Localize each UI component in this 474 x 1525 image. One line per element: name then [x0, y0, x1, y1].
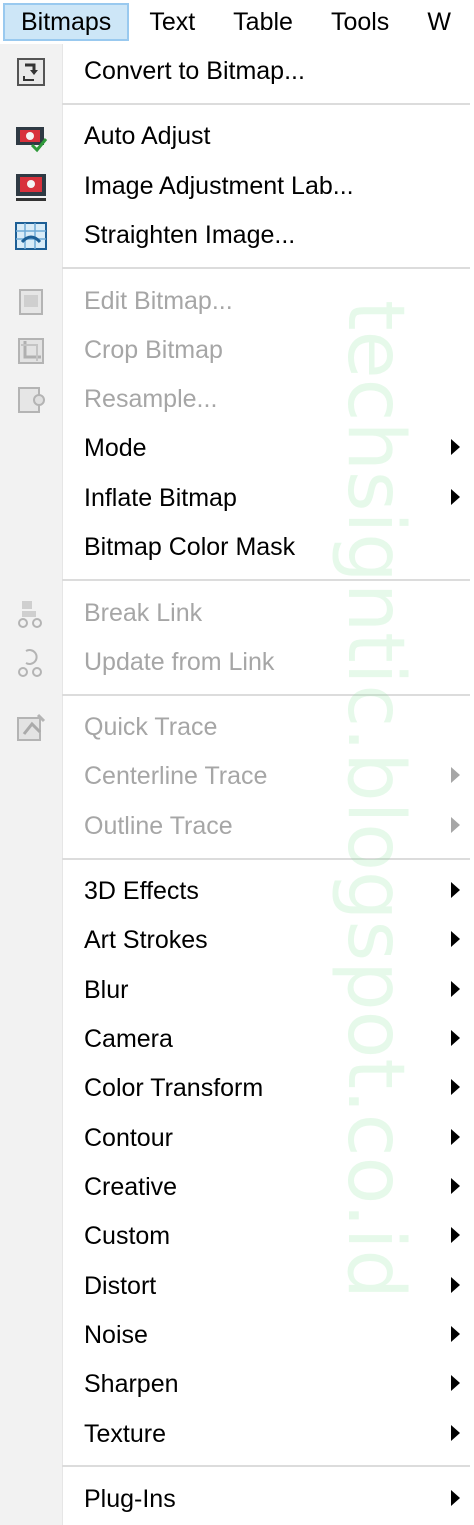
- straighten-image-icon: [13, 219, 49, 253]
- submenu-arrow-icon: [451, 1178, 460, 1194]
- menu-item-texture[interactable]: Texture: [0, 1410, 474, 1459]
- menu-separator: [62, 579, 470, 581]
- menu-item-label: Resample...: [84, 385, 218, 413]
- menu-item-label: Creative: [84, 1173, 178, 1201]
- menu-item-label: Camera: [84, 1025, 173, 1053]
- menu-item-label: Distort: [84, 1272, 157, 1300]
- quick-trace-icon: [13, 711, 49, 745]
- menu-item-label: Crop Bitmap: [84, 336, 223, 364]
- submenu-arrow-icon: [451, 931, 460, 947]
- menu-item-label: Custom: [84, 1222, 171, 1250]
- submenu-arrow-icon: [451, 1375, 460, 1391]
- menu-item-label: Edit Bitmap...: [84, 287, 233, 315]
- menubar-table[interactable]: Table: [215, 3, 311, 41]
- menu-bar: Bitmaps Text Table Tools W: [0, 0, 474, 45]
- break-link-icon: [13, 597, 49, 631]
- menu-separator: [62, 694, 470, 696]
- menu-item-label: Color Transform: [84, 1074, 264, 1102]
- resample-icon: [13, 383, 49, 417]
- menu-item-label: Quick Trace: [84, 713, 218, 741]
- menu-item-label: Blur: [84, 976, 129, 1004]
- menu-item-auto-adjust[interactable]: Auto Adjust: [0, 112, 474, 161]
- menu-item-art-strokes[interactable]: Art Strokes: [0, 916, 474, 965]
- menu-separator: [62, 1465, 470, 1467]
- menu-item-label: Convert to Bitmap...: [84, 57, 305, 85]
- submenu-arrow-icon: [451, 439, 460, 455]
- menu-item-sharpen[interactable]: Sharpen: [0, 1360, 474, 1409]
- menu-item-plug-ins[interactable]: Plug-Ins: [0, 1475, 474, 1524]
- submenu-arrow-icon: [451, 882, 460, 898]
- menu-item-inflate-bitmap[interactable]: Inflate Bitmap: [0, 474, 474, 523]
- menu-item-centerline-trace: Centerline Trace: [0, 752, 474, 801]
- menu-item-label: Bitmap Color Mask: [84, 533, 296, 561]
- auto-adjust-icon: [13, 120, 49, 154]
- menu-item-color-transform[interactable]: Color Transform: [0, 1064, 474, 1113]
- menu-item-break-link: Break Link: [0, 589, 474, 638]
- menu-item-3d-effects[interactable]: 3D Effects: [0, 867, 474, 916]
- menu-item-mode[interactable]: Mode: [0, 424, 474, 473]
- menu-item-distort[interactable]: Distort: [0, 1262, 474, 1311]
- menu-item-camera[interactable]: Camera: [0, 1015, 474, 1064]
- menu-item-noise[interactable]: Noise: [0, 1311, 474, 1360]
- menu-separator: [62, 267, 470, 269]
- submenu-arrow-icon: [451, 1227, 460, 1243]
- menu-item-image-adjustment-lab[interactable]: Image Adjustment Lab...: [0, 162, 474, 211]
- menu-item-outline-trace: Outline Trace: [0, 802, 474, 851]
- menu-item-label: Art Strokes: [84, 926, 208, 954]
- image-adjustment-lab-icon: [13, 170, 49, 204]
- menu-item-update-from-link: Update from Link: [0, 638, 474, 687]
- menu-item-label: Auto Adjust: [84, 122, 211, 150]
- menu-item-creative[interactable]: Creative: [0, 1163, 474, 1212]
- menubar-text[interactable]: Text: [131, 3, 213, 41]
- menu-item-quick-trace: Quick Trace: [0, 703, 474, 752]
- submenu-arrow-icon: [451, 1326, 460, 1342]
- convert-to-bitmap-icon: [13, 55, 49, 89]
- submenu-arrow-icon: [451, 767, 460, 783]
- submenu-arrow-icon: [451, 1490, 460, 1506]
- menubar-window[interactable]: W: [409, 3, 469, 41]
- menubar-tools[interactable]: Tools: [313, 3, 407, 41]
- crop-bitmap-icon: [13, 334, 49, 368]
- submenu-arrow-icon: [451, 817, 460, 833]
- submenu-arrow-icon: [451, 489, 460, 505]
- menubar-bitmaps[interactable]: Bitmaps: [3, 3, 130, 41]
- menu-item-resample: Resample...: [0, 375, 474, 424]
- submenu-arrow-icon: [451, 1425, 460, 1441]
- menu-item-label: Plug-Ins: [84, 1485, 176, 1513]
- bitmaps-dropdown-menu: Convert to Bitmap... Auto Adjust Image A…: [0, 44, 474, 1525]
- menu-item-label: Inflate Bitmap: [84, 484, 237, 512]
- menu-item-bitmap-color-mask[interactable]: Bitmap Color Mask: [0, 523, 474, 572]
- menu-item-label: Noise: [84, 1321, 148, 1349]
- menu-item-crop-bitmap: Crop Bitmap: [0, 326, 474, 375]
- menu-separator: [62, 103, 470, 105]
- menu-item-label: Update from Link: [84, 648, 275, 676]
- menu-item-label: Image Adjustment Lab...: [84, 172, 354, 200]
- menu-item-label: Contour: [84, 1124, 173, 1152]
- edit-bitmap-icon: [13, 285, 49, 319]
- menu-item-label: Outline Trace: [84, 812, 233, 840]
- update-from-link-icon: [13, 646, 49, 680]
- submenu-arrow-icon: [451, 1129, 460, 1145]
- menu-item-label: Straighten Image...: [84, 221, 296, 249]
- menu-item-custom[interactable]: Custom: [0, 1212, 474, 1261]
- submenu-arrow-icon: [451, 1277, 460, 1293]
- menu-item-label: Centerline Trace: [84, 762, 268, 790]
- menu-item-blur[interactable]: Blur: [0, 966, 474, 1015]
- menu-item-convert-to-bitmap[interactable]: Convert to Bitmap...: [0, 47, 474, 96]
- menu-item-label: 3D Effects: [84, 877, 199, 905]
- menu-item-label: Sharpen: [84, 1370, 179, 1398]
- menu-item-label: Mode: [84, 434, 147, 462]
- submenu-arrow-icon: [451, 1079, 460, 1095]
- menu-separator: [62, 858, 470, 860]
- menu-item-edit-bitmap: Edit Bitmap...: [0, 277, 474, 326]
- submenu-arrow-icon: [451, 1030, 460, 1046]
- menu-item-straighten-image[interactable]: Straighten Image...: [0, 211, 474, 260]
- submenu-arrow-icon: [451, 981, 460, 997]
- menu-item-contour[interactable]: Contour: [0, 1114, 474, 1163]
- menu-item-label: Texture: [84, 1420, 166, 1448]
- menu-item-label: Break Link: [84, 599, 203, 627]
